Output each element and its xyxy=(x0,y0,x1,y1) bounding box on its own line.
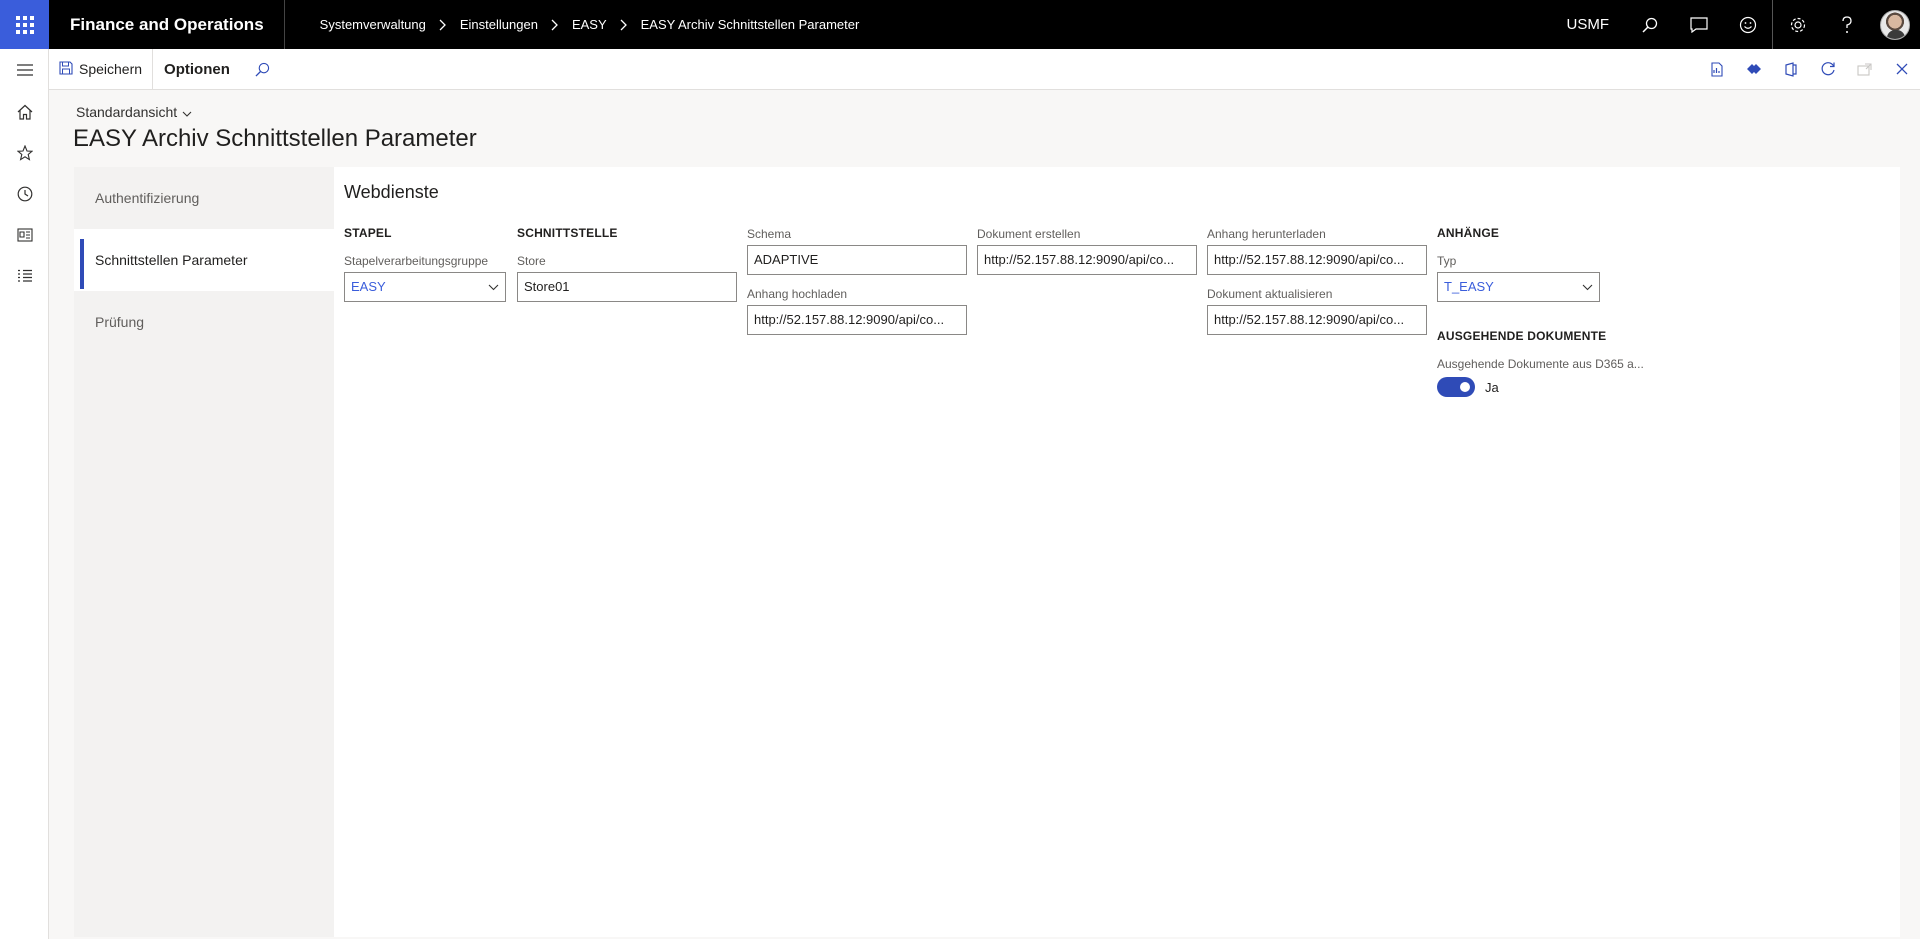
select-value: EASY xyxy=(351,279,386,294)
feedback-smiley-icon[interactable] xyxy=(1723,0,1772,49)
favorites-star-icon[interactable] xyxy=(0,132,49,173)
group-heading: ANHÄNGE xyxy=(1437,226,1500,240)
field-label: Dokument erstellen xyxy=(977,227,1081,241)
navigation-rail xyxy=(0,49,49,939)
home-icon[interactable] xyxy=(0,91,49,132)
user-avatar[interactable] xyxy=(1880,9,1910,40)
chevron-down-icon xyxy=(488,273,499,301)
tab-label: Prüfung xyxy=(95,314,145,330)
typ-select[interactable]: T_EASY xyxy=(1437,272,1600,302)
group-heading: AUSGEHENDE DOKUMENTE xyxy=(1437,329,1607,343)
app-title[interactable]: Finance and Operations xyxy=(49,0,285,49)
tab-schnittstellen-parameter[interactable]: Schnittstellen Parameter xyxy=(74,229,334,291)
tab-label: Authentifizierung xyxy=(95,190,200,206)
stapelverarbeitungsgruppe-select[interactable]: EASY xyxy=(344,272,506,302)
schema-input[interactable]: ADAPTIVE xyxy=(747,245,967,275)
view-selector[interactable]: Standardansicht xyxy=(76,104,192,120)
open-new-window-icon[interactable] xyxy=(1846,49,1883,90)
group-anhang-herunterladen: Anhang herunterladen http://52.157.88.12… xyxy=(1207,227,1427,335)
action-pane: Speichern Optionen xyxy=(49,48,1920,90)
section-title: Webdienste xyxy=(344,182,439,202)
breadcrumb-item-systemverwaltung[interactable]: Systemverwaltung xyxy=(320,17,426,32)
help-icon[interactable] xyxy=(1822,0,1871,49)
search-icon[interactable] xyxy=(241,49,284,90)
toggle-state-text: Ja xyxy=(1485,379,1499,395)
field-label: Ausgehende Dokumente aus D365 a... xyxy=(1437,357,1644,371)
vertical-tab-list: Authentifizierung Schnittstellen Paramet… xyxy=(74,167,334,937)
office-addin-icon[interactable] xyxy=(1698,49,1735,90)
save-disk-icon xyxy=(59,60,73,78)
field-label: Stapelverarbeitungsgruppe xyxy=(344,254,489,268)
group-heading: SCHNITTSTELLE xyxy=(517,226,618,240)
group-schnittstelle: SCHNITTSTELLE Store Store01 xyxy=(517,226,737,302)
tab-content-panel: Webdienste STAPEL Stapelverarbeitungsgru… xyxy=(334,167,1900,937)
modules-list-icon[interactable] xyxy=(0,255,49,296)
field-label: Anhang hochladen xyxy=(747,287,848,301)
save-button[interactable]: Speichern xyxy=(49,49,152,90)
group-anhaenge: ANHÄNGE Typ T_EASY AUSGEHENDE DOKUMENTE … xyxy=(1437,226,1657,397)
settings-gear-icon[interactable] xyxy=(1773,0,1822,49)
search-icon[interactable] xyxy=(1625,0,1674,49)
field-label: Anhang herunterladen xyxy=(1207,227,1326,241)
chevron-right-icon xyxy=(619,19,629,30)
tab-label: Schnittstellen Parameter xyxy=(95,252,248,268)
breadcrumb: Systemverwaltung Einstellungen EASY EASY… xyxy=(320,17,860,32)
group-stapel: STAPEL Stapelverarbeitungsgruppe EASY xyxy=(344,226,506,302)
field-label: Dokument aktualisieren xyxy=(1207,287,1333,301)
power-apps-icon[interactable] xyxy=(1735,49,1772,90)
breadcrumb-item-easy[interactable]: EASY xyxy=(572,17,607,32)
view-name: Standardansicht xyxy=(76,104,178,120)
chevron-down-icon xyxy=(177,104,192,120)
field-label: Typ xyxy=(1437,254,1457,268)
message-icon[interactable] xyxy=(1674,0,1723,49)
chevron-right-icon xyxy=(550,19,560,30)
dokument-erstellen-input[interactable]: http://52.157.88.12:9090/api/co... xyxy=(977,245,1197,275)
chevron-right-icon xyxy=(438,19,448,30)
field-label: Schema xyxy=(747,227,792,241)
hamburger-menu-icon[interactable] xyxy=(0,49,49,91)
dokument-aktualisieren-input[interactable]: http://52.157.88.12:9090/api/co... xyxy=(1207,305,1427,335)
chevron-down-icon xyxy=(1582,273,1593,301)
breadcrumb-item-einstellungen[interactable]: Einstellungen xyxy=(460,17,538,32)
close-icon[interactable] xyxy=(1883,49,1920,90)
company-selector[interactable]: USMF xyxy=(1567,16,1610,33)
select-value: T_EASY xyxy=(1444,279,1494,294)
top-navigation-bar: Finance and Operations Systemverwaltung … xyxy=(0,0,1920,49)
tab-optionen[interactable]: Optionen xyxy=(153,49,241,90)
ausgehende-dokumente-toggle[interactable] xyxy=(1437,377,1475,397)
group-schema: Schema ADAPTIVE Anhang hochladen http://… xyxy=(747,227,967,335)
page-title: EASY Archiv Schnittstellen Parameter xyxy=(73,125,477,152)
save-button-label: Speichern xyxy=(79,61,143,77)
group-dokument-erstellen: Dokument erstellen http://52.157.88.12:9… xyxy=(977,227,1197,275)
anhang-hochladen-input[interactable]: http://52.157.88.12:9090/api/co... xyxy=(747,305,967,335)
recent-clock-icon[interactable] xyxy=(0,173,49,214)
workspaces-icon[interactable] xyxy=(0,214,49,255)
ausgehende-dokumente-toggle-row: Ja xyxy=(1437,377,1657,397)
group-heading: STAPEL xyxy=(344,226,392,240)
field-label: Store xyxy=(517,254,546,268)
tab-authentifizierung[interactable]: Authentifizierung xyxy=(74,167,334,229)
store-input[interactable]: Store01 xyxy=(517,272,737,302)
app-launcher-waffle-icon[interactable] xyxy=(0,0,49,49)
tab-pruefung[interactable]: Prüfung xyxy=(74,291,334,353)
office-icon[interactable] xyxy=(1772,49,1809,90)
refresh-icon[interactable] xyxy=(1809,49,1846,90)
breadcrumb-item-current[interactable]: EASY Archiv Schnittstellen Parameter xyxy=(641,17,860,32)
anhang-herunterladen-input[interactable]: http://52.157.88.12:9090/api/co... xyxy=(1207,245,1427,275)
